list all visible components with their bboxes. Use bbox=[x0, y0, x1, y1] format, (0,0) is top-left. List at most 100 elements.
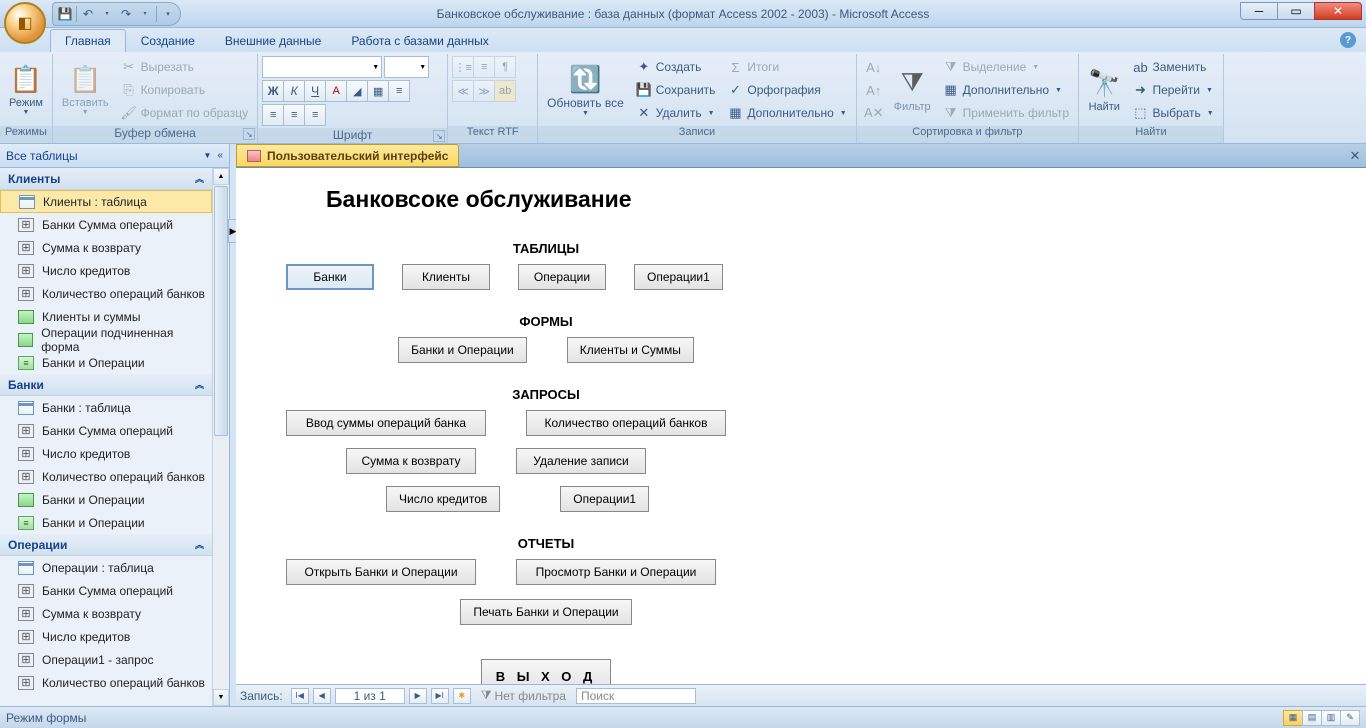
save-icon[interactable]: 💾 bbox=[57, 6, 73, 22]
decrease-indent-button[interactable]: ≪ bbox=[452, 80, 474, 102]
nav-item[interactable]: Число кредитов bbox=[0, 259, 212, 282]
new-record-nav-button[interactable]: ✱ bbox=[453, 688, 471, 704]
datasheet-view-button[interactable]: ▤ bbox=[1302, 710, 1322, 726]
gridlines-button[interactable]: ▦ bbox=[367, 80, 389, 102]
refresh-all-button[interactable]: 🔃 Обновить все ▼ bbox=[542, 56, 629, 124]
close-document-button[interactable]: ✕ bbox=[1344, 144, 1366, 167]
view-button[interactable]: 📋 Режим ▼ bbox=[4, 56, 48, 124]
paste-button[interactable]: 📋 Вставить ▼ bbox=[57, 56, 114, 124]
fill-color-button[interactable]: ◢ bbox=[346, 80, 368, 102]
sort-desc-button[interactable]: A↑ bbox=[861, 79, 887, 101]
nav-item[interactable]: Операции подчиненная форма bbox=[0, 328, 212, 351]
align-right-button[interactable]: ≡ bbox=[304, 104, 326, 126]
align-left-button[interactable]: ≡ bbox=[262, 104, 284, 126]
filter-button[interactable]: ⧩ Фильтр bbox=[889, 56, 936, 124]
nav-item[interactable]: Банки Сумма операций bbox=[0, 213, 212, 236]
nav-item[interactable]: Банки и Операции bbox=[0, 511, 212, 534]
copy-button[interactable]: ⎘Копировать bbox=[116, 79, 254, 101]
office-button[interactable]: ◧ bbox=[4, 2, 46, 44]
undo-dropdown-icon[interactable]: ▾ bbox=[99, 6, 115, 22]
help-icon[interactable]: ? bbox=[1340, 32, 1356, 48]
count-ops-query-button[interactable]: Количество операций банков bbox=[526, 410, 726, 436]
select-button[interactable]: ⬚Выбрать▼ bbox=[1127, 102, 1218, 124]
find-button[interactable]: 🔭 Найти bbox=[1083, 56, 1125, 124]
redo-dropdown-icon[interactable]: ▾ bbox=[137, 6, 153, 22]
record-search-input[interactable]: Поиск bbox=[576, 688, 696, 704]
operations1-query-button[interactable]: Операции1 bbox=[560, 486, 649, 512]
document-tab[interactable]: Пользовательский интерфейс bbox=[236, 144, 459, 167]
nav-item[interactable]: Количество операций банков bbox=[0, 282, 212, 305]
close-button[interactable]: ✕ bbox=[1314, 2, 1362, 20]
dialog-launcher-icon[interactable]: ↘ bbox=[243, 128, 255, 140]
nav-group-header[interactable]: Банки︽ bbox=[0, 374, 212, 396]
tab-create[interactable]: Создание bbox=[126, 29, 210, 52]
nav-group-header[interactable]: Операции︽ bbox=[0, 534, 212, 556]
minimize-button[interactable]: ─ bbox=[1240, 2, 1278, 20]
nav-item[interactable]: Число кредитов bbox=[0, 442, 212, 465]
num-credits-query-button[interactable]: Число кредитов bbox=[386, 486, 500, 512]
last-record-button[interactable]: ▶I bbox=[431, 688, 449, 704]
numbering-button[interactable]: ≡ bbox=[473, 56, 495, 78]
toggle-filter-button[interactable]: ⧩Применить фильтр bbox=[938, 102, 1074, 124]
totals-button[interactable]: ΣИтоги bbox=[722, 56, 851, 78]
align-center-button[interactable]: ≡ bbox=[283, 104, 305, 126]
increase-indent-button[interactable]: ≫ bbox=[473, 80, 495, 102]
clients-table-button[interactable]: Клиенты bbox=[402, 264, 490, 290]
first-record-button[interactable]: I◀ bbox=[291, 688, 309, 704]
alt-row-button[interactable]: ≡ bbox=[388, 80, 410, 102]
banks-operations-form-button[interactable]: Банки и Операции bbox=[398, 337, 527, 363]
operations1-table-button[interactable]: Операции1 bbox=[634, 264, 723, 290]
delete-record-query-button[interactable]: Удаление записи bbox=[516, 448, 646, 474]
dialog-launcher-icon[interactable]: ↘ bbox=[433, 130, 445, 142]
scroll-up-icon[interactable]: ▲ bbox=[213, 168, 229, 185]
font-color-button[interactable]: A bbox=[325, 80, 347, 102]
tab-home[interactable]: Главная bbox=[50, 29, 126, 52]
nav-item[interactable]: Количество операций банков bbox=[0, 671, 212, 694]
redo-icon[interactable]: ↷ bbox=[118, 6, 134, 22]
spelling-button[interactable]: ✓Орфография bbox=[722, 79, 851, 101]
undo-icon[interactable]: ↶ bbox=[80, 6, 96, 22]
nav-group-header[interactable]: Клиенты︽ bbox=[0, 168, 212, 190]
print-report-button[interactable]: Печать Банки и Операции bbox=[460, 599, 631, 625]
clients-sums-form-button[interactable]: Клиенты и Суммы bbox=[567, 337, 694, 363]
advanced-filter-button[interactable]: ▦Дополнительно▼ bbox=[938, 79, 1074, 101]
nav-item[interactable]: Сумма к возврату bbox=[0, 236, 212, 259]
maximize-button[interactable]: ▭ bbox=[1277, 2, 1315, 20]
nav-item[interactable]: Банки : таблица bbox=[0, 396, 212, 419]
nav-item[interactable]: Клиенты : таблица bbox=[0, 190, 212, 213]
scroll-down-icon[interactable]: ▼ bbox=[213, 689, 229, 706]
nav-item[interactable]: Количество операций банков bbox=[0, 465, 212, 488]
new-record-button[interactable]: ✦Создать bbox=[631, 56, 721, 78]
design-view-button[interactable]: ✎ bbox=[1340, 710, 1360, 726]
qat-customize-icon[interactable]: ▾ bbox=[160, 6, 176, 22]
scroll-thumb[interactable] bbox=[214, 186, 228, 436]
selection-filter-button[interactable]: ⧩Выделение▼ bbox=[938, 56, 1074, 78]
highlight-button[interactable]: ab bbox=[494, 80, 516, 102]
no-filter-indicator[interactable]: ⧩Нет фильтра bbox=[481, 688, 566, 703]
clear-sort-button[interactable]: A✕ bbox=[861, 102, 887, 124]
open-report-button[interactable]: Открыть Банки и Операции bbox=[286, 559, 476, 585]
next-record-button[interactable]: ▶ bbox=[409, 688, 427, 704]
nav-item[interactable]: Банки Сумма операций bbox=[0, 419, 212, 442]
sort-asc-button[interactable]: A↓ bbox=[861, 56, 887, 78]
collapse-pane-icon[interactable]: « bbox=[217, 150, 223, 161]
tab-database-tools[interactable]: Работа с базами данных bbox=[336, 29, 503, 52]
delete-record-button[interactable]: ✕Удалить▼ bbox=[631, 102, 721, 124]
bullets-button[interactable]: ⋮≡ bbox=[452, 56, 474, 78]
underline-button[interactable]: Ч bbox=[304, 80, 326, 102]
ltr-button[interactable]: ¶ bbox=[494, 56, 516, 78]
replace-button[interactable]: abЗаменить bbox=[1127, 56, 1218, 78]
return-sum-query-button[interactable]: Сумма к возврату bbox=[346, 448, 476, 474]
nav-scrollbar[interactable]: ▲ ▼ bbox=[212, 168, 229, 706]
font-size-combo[interactable]: ▼ bbox=[384, 56, 429, 78]
view-report-button[interactable]: Просмотр Банки и Операции bbox=[516, 559, 716, 585]
nav-item[interactable]: Банки и Операции bbox=[0, 351, 212, 374]
prev-record-button[interactable]: ◀ bbox=[313, 688, 331, 704]
tab-external-data[interactable]: Внешние данные bbox=[210, 29, 337, 52]
italic-button[interactable]: К bbox=[283, 80, 305, 102]
nav-pane-header[interactable]: Все таблицы ▼ « bbox=[0, 144, 229, 168]
save-record-button[interactable]: 💾Сохранить bbox=[631, 79, 721, 101]
font-family-combo[interactable]: ▼ bbox=[262, 56, 382, 78]
exit-button[interactable]: В Ы Х О Д bbox=[481, 659, 611, 684]
format-painter-button[interactable]: 🖌Формат по образцу bbox=[116, 102, 254, 124]
